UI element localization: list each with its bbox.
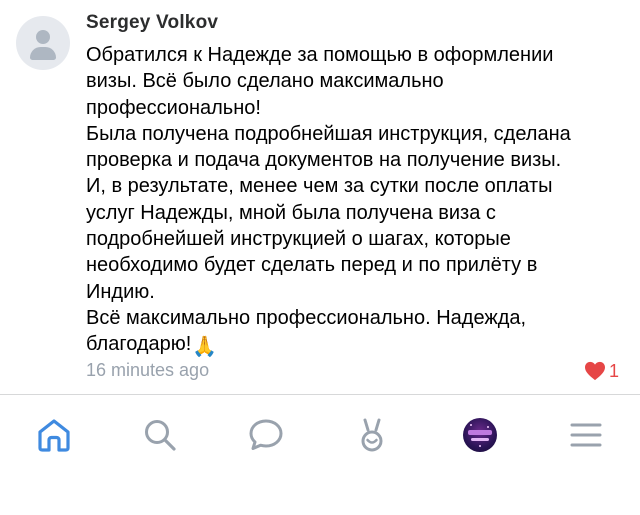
avatar-graphic	[471, 438, 489, 441]
avatar-placeholder-head	[36, 30, 50, 44]
comment-timestamp: 16 minutes ago	[86, 360, 210, 380]
search-icon	[145, 420, 176, 451]
avatar[interactable]	[16, 16, 70, 70]
chat-bubble-icon	[249, 419, 283, 450]
avatar-placeholder-body	[30, 47, 56, 60]
tab-messages[interactable]	[238, 407, 294, 463]
tab-search[interactable]	[132, 407, 188, 463]
tab-clips[interactable]	[344, 407, 400, 463]
menu-icon	[570, 423, 602, 447]
like-count: 1	[609, 361, 620, 381]
tab-profile[interactable]	[452, 407, 508, 463]
praying-hands-emoji: 🙏	[192, 336, 218, 359]
comment-author[interactable]: Sergey Volkov	[86, 12, 218, 34]
bottom-tab-bar	[0, 394, 640, 515]
tab-home[interactable]	[26, 407, 82, 463]
comment-body: Обратился к Надежде за помощью в оформле…	[86, 44, 571, 356]
tab-menu[interactable]	[558, 407, 614, 463]
avatar-graphic	[479, 445, 481, 447]
avatar-graphic	[487, 426, 489, 428]
heart-icon	[585, 361, 605, 381]
home-icon	[38, 419, 70, 452]
comment-item: Sergey Volkov Обратился к Надежде за пом…	[0, 0, 640, 394]
profile-avatar-icon	[463, 418, 497, 452]
like-button[interactable]: 1	[584, 361, 619, 381]
clips-icon	[361, 418, 383, 452]
comment-text: Обратился к Надежде за помощью в оформле…	[86, 42, 606, 361]
avatar-graphic	[468, 430, 492, 435]
avatar-graphic	[470, 424, 472, 426]
